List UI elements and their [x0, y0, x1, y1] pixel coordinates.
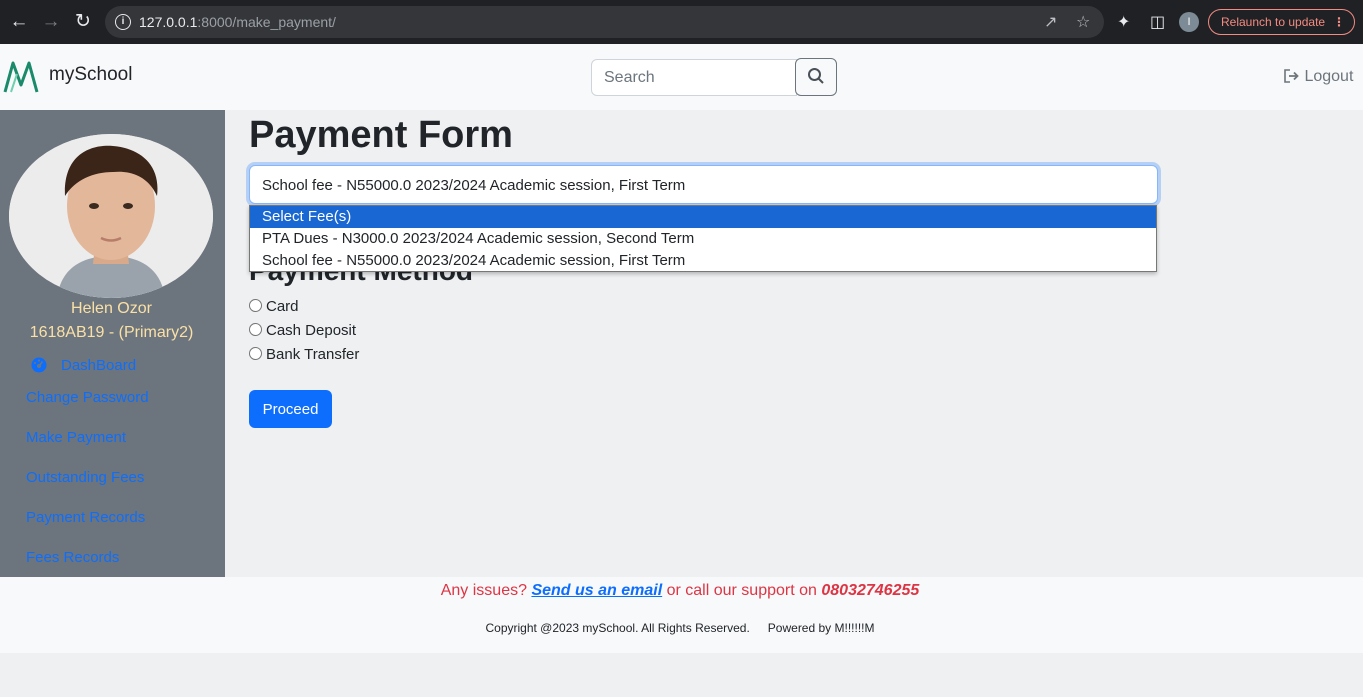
fee-option-school-fee[interactable]: School fee - N55000.0 2023/2024 Academic… — [250, 250, 1156, 272]
share-icon[interactable]: ↗ — [1044, 12, 1057, 32]
search-icon — [808, 67, 824, 84]
student-name: Helen Ozor — [71, 300, 152, 317]
sidebar-item-payment-records[interactable]: Payment Records — [26, 509, 145, 526]
kebab-menu-icon[interactable]: ⋮ — [1333, 10, 1345, 34]
payment-method-cash-deposit[interactable]: Cash Deposit — [249, 322, 356, 339]
browser-toolbar: ← → ↻ i 127.0.0.1:8000/make_payment/ ↗ ☆… — [0, 0, 1363, 44]
dashboard-gauge-icon — [31, 357, 47, 373]
payment-method-card[interactable]: Card — [249, 298, 299, 315]
page-title: Payment Form — [249, 114, 513, 156]
reload-icon[interactable]: ↻ — [72, 11, 94, 33]
profile-avatar[interactable]: I — [1179, 12, 1199, 32]
footer: Any issues? Send us an email or call our… — [0, 577, 1363, 653]
forward-arrow-icon[interactable]: → — [40, 11, 62, 33]
logout-label: Logout — [1304, 68, 1354, 85]
app-navbar: mySchool Logout — [0, 44, 1363, 110]
proceed-button[interactable]: Proceed — [249, 390, 332, 428]
issues-middle: or call our support on — [666, 582, 817, 599]
side-panel-icon[interactable]: ◫ — [1150, 12, 1165, 32]
address-bar[interactable]: i 127.0.0.1:8000/make_payment/ ↗ ☆ — [105, 6, 1104, 38]
fee-options-list: Select Fee(s) PTA Dues - N3000.0 2023/20… — [249, 205, 1157, 272]
search-button[interactable] — [795, 58, 837, 96]
bank-transfer-radio[interactable] — [249, 347, 262, 360]
url-text[interactable]: 127.0.0.1:8000/make_payment/ — [139, 14, 336, 30]
search-input[interactable] — [591, 59, 797, 96]
copyright-line: Copyright @2023 mySchool. All Rights Res… — [0, 621, 1360, 635]
back-arrow-icon[interactable]: ← — [8, 11, 30, 33]
support-line: Any issues? Send us an email or call our… — [0, 582, 1360, 600]
sidebar: Helen Ozor 1618AB19 - (Primary2) DashBoa… — [0, 110, 225, 577]
powered-by-text: Powered by M!!!!!!M — [767, 621, 875, 635]
logout-link[interactable]: Logout — [1284, 68, 1353, 86]
url-path: :8000/make_payment/ — [197, 14, 336, 30]
cash-deposit-label: Cash Deposit — [266, 322, 357, 339]
site-info-icon[interactable]: i — [115, 14, 131, 30]
sidebar-item-fees-records[interactable]: Fees Records — [26, 549, 119, 566]
copyright-text: Copyright @2023 mySchool. All Rights Res… — [485, 621, 750, 635]
myschool-logo-icon — [3, 61, 39, 93]
fee-option-pta-dues[interactable]: PTA Dues - N3000.0 2023/2024 Academic se… — [250, 228, 1156, 250]
sidebar-item-dashboard[interactable]: DashBoard — [61, 357, 136, 374]
extensions-puzzle-icon[interactable]: ✦ — [1117, 12, 1130, 32]
url-host: 127.0.0.1 — [139, 14, 198, 30]
bookmark-star-icon[interactable]: ☆ — [1076, 12, 1090, 32]
fee-option-select-fees[interactable]: Select Fee(s) — [250, 206, 1156, 228]
relaunch-label: Relaunch to update — [1221, 15, 1326, 29]
student-avatar — [9, 134, 213, 298]
sidebar-item-outstanding-fees[interactable]: Outstanding Fees — [26, 469, 144, 486]
bank-transfer-label: Bank Transfer — [266, 346, 360, 363]
card-label: Card — [266, 298, 299, 315]
logout-icon — [1284, 69, 1299, 83]
student-id-class: 1618AB19 - (Primary2) — [29, 324, 194, 341]
sidebar-item-change-password[interactable]: Change Password — [26, 389, 149, 406]
sidebar-item-make-payment[interactable]: Make Payment — [26, 429, 126, 446]
brand-name[interactable]: mySchool — [49, 64, 132, 86]
relaunch-button[interactable]: Relaunch to update ⋮ — [1208, 9, 1355, 35]
fee-select[interactable]: School fee - N55000.0 2023/2024 Academic… — [249, 165, 1158, 204]
payment-method-bank-transfer[interactable]: Bank Transfer — [249, 346, 359, 363]
cash-deposit-radio[interactable] — [249, 323, 262, 336]
support-phone: 08032746255 — [821, 582, 920, 599]
issues-prefix: Any issues? — [440, 582, 527, 599]
card-radio[interactable] — [249, 299, 262, 312]
email-support-link[interactable]: Send us an email — [531, 582, 662, 599]
